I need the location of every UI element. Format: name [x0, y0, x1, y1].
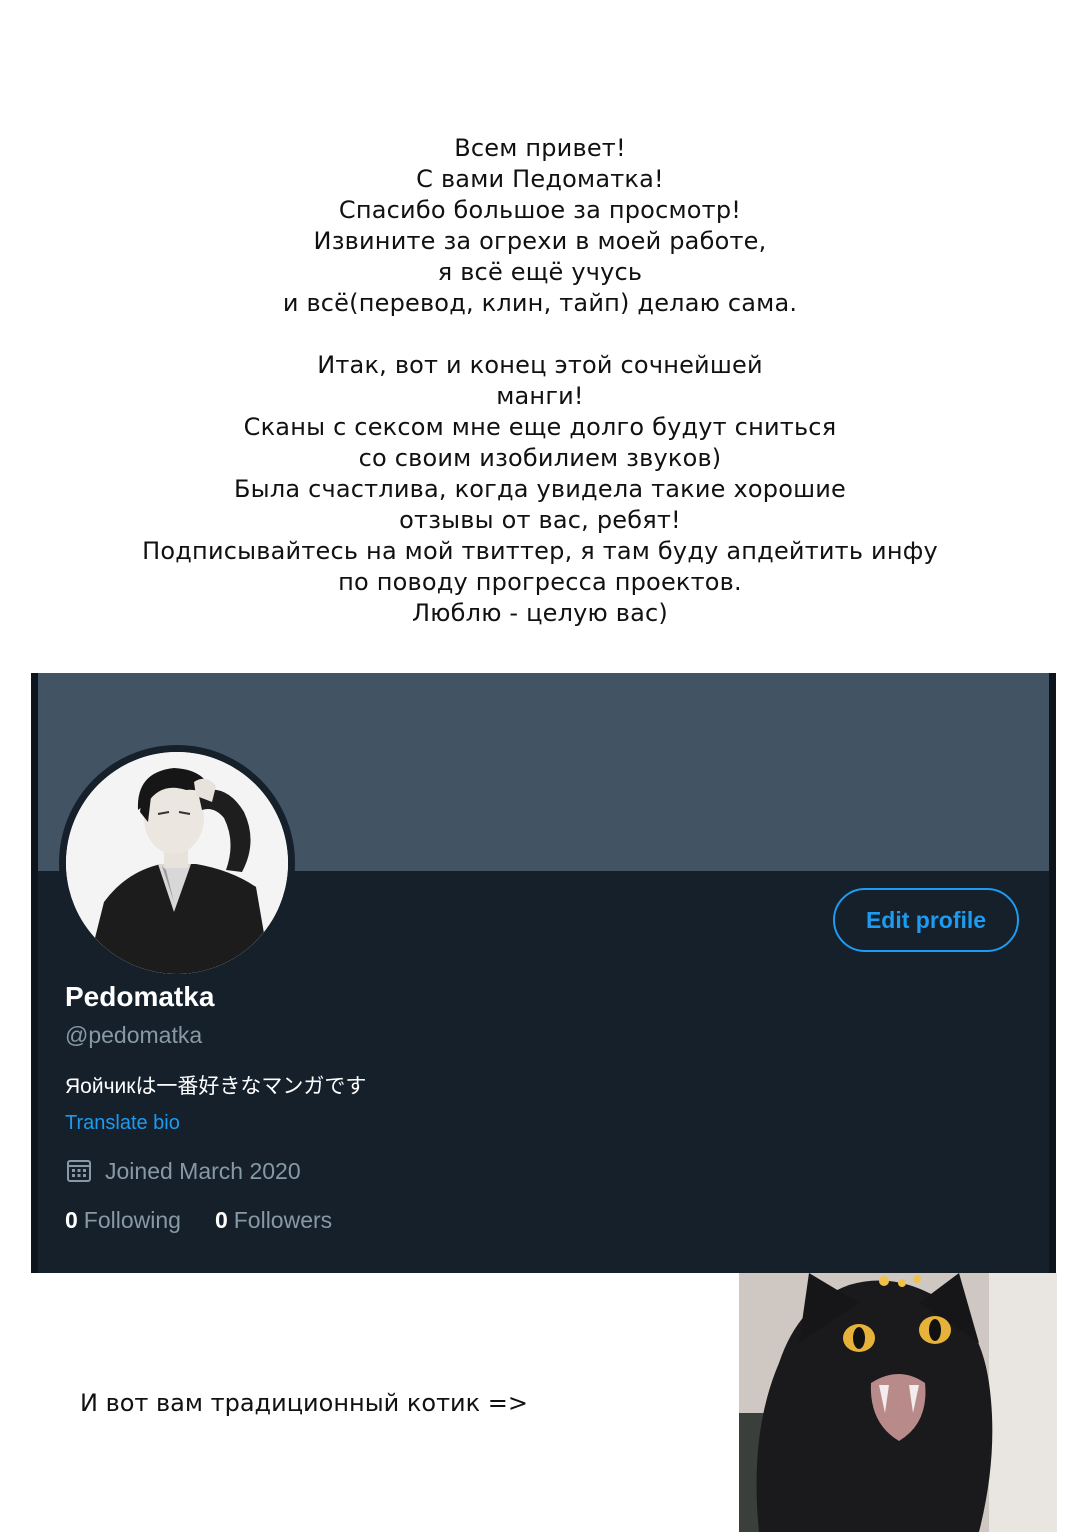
message-line: Итак, вот и конец этой сочнейшей [317, 351, 763, 379]
joined-label: Joined March 2020 [105, 1157, 301, 1184]
author-message: Всем привет! С вами Педоматка! Спасибо б… [0, 133, 1080, 629]
profile-bio: Яойчикは一番好きなマンガです [65, 1075, 367, 1098]
message-line: Всем привет! [454, 134, 626, 162]
message-line: со своим изобилием звуков) [358, 444, 722, 472]
edit-profile-button[interactable]: Edit profile [833, 888, 1019, 952]
followers-link[interactable]: 0 Followers [215, 1207, 332, 1234]
profile-name: Pedomatka [65, 981, 215, 1012]
profile-stats: 0 Following 0 Followers [65, 1207, 366, 1234]
cat-caption: И вот вам традиционный котик => [80, 1389, 528, 1417]
message-line: манги! [496, 382, 584, 410]
followers-count: 0 [214, 1207, 228, 1233]
message-line: Была счастлива, когда увидела такие хоро… [234, 475, 846, 503]
message-line: Извините за огрехи в моей работе, [313, 227, 767, 255]
message-line: я всё ещё учусь [437, 258, 643, 286]
message-paragraph-2: Итак, вот и конец этой сочнейшей манги! … [0, 350, 1080, 629]
message-line: Сканы с сексом мне еще долго будут снить… [243, 413, 837, 441]
calendar-icon [65, 1157, 93, 1185]
message-line: отзывы от вас, ребят! [399, 506, 681, 534]
followers-label: Followers [233, 1207, 333, 1233]
message-paragraph-1: Всем привет! С вами Педоматка! Спасибо б… [0, 133, 1080, 319]
card-edge [1049, 673, 1056, 1273]
message-line: Подписывайтесь на мой твиттер, я там буд… [142, 537, 938, 565]
translate-bio-link[interactable]: Translate bio [65, 1112, 180, 1135]
avatar[interactable] [59, 745, 295, 981]
following-count: 0 [65, 1207, 78, 1233]
message-line: и всё(перевод, клин, тайп) делаю сама. [282, 289, 798, 317]
message-line: по поводу прогресса проектов. [338, 568, 742, 596]
message-line: С вами Педоматка! [416, 165, 664, 193]
twitter-profile-card: Edit profile Pedomatka @pedomatka Яойчик… [31, 673, 1056, 1273]
message-line: Люблю - целую вас) [412, 599, 668, 627]
avatar-image [66, 752, 288, 974]
joined-date: Joined March 2020 [65, 1157, 301, 1185]
profile-handle: @pedomatka [65, 1022, 203, 1048]
cat-photo [739, 1273, 1057, 1532]
card-edge [31, 673, 38, 1273]
following-link[interactable]: 0 Following [65, 1207, 181, 1234]
following-label: Following [83, 1207, 181, 1233]
message-line: Спасибо большое за просмотр! [338, 196, 742, 224]
